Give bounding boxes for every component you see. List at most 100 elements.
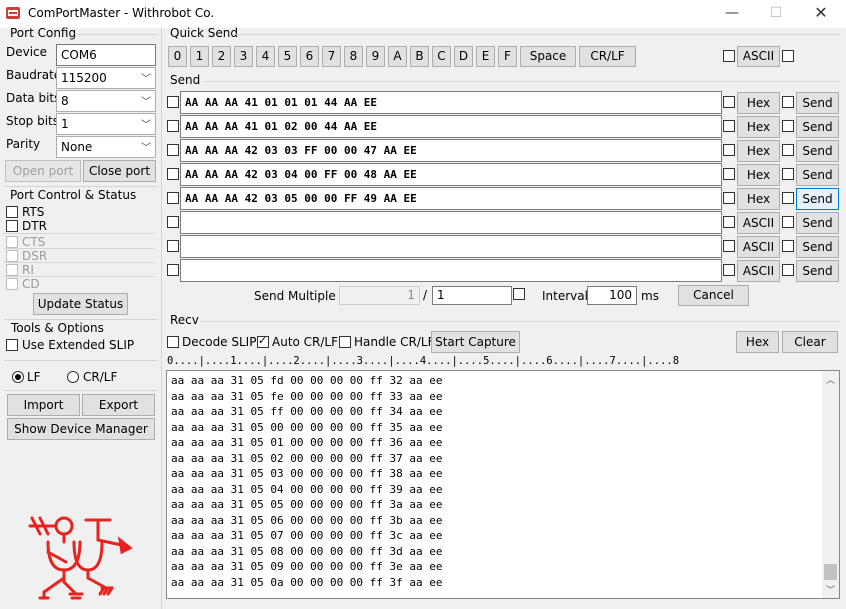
auto-crlf-checkbox[interactable] <box>257 334 269 348</box>
send-row-checkbox[interactable] <box>167 96 179 108</box>
send-row-mode-button[interactable]: Hex <box>737 140 780 162</box>
send-row-send-button[interactable]: Send <box>796 140 839 162</box>
send-row-repeat-checkbox[interactable] <box>782 144 794 156</box>
send-row-checkbox[interactable] <box>167 216 179 228</box>
quick-crlf-button[interactable]: CR/LF <box>579 46 636 67</box>
quick-key-button[interactable]: 7 <box>322 46 341 67</box>
send-row-mode-button[interactable]: Hex <box>737 116 780 138</box>
scroll-thumb[interactable] <box>824 564 837 580</box>
handle-crlf-checkbox[interactable] <box>339 336 351 348</box>
send-row-mode-checkbox[interactable] <box>723 96 735 108</box>
quick-key-button[interactable]: B <box>410 46 429 67</box>
send-multiple-checkbox[interactable] <box>513 288 525 300</box>
quick-key-button[interactable]: 4 <box>256 46 275 67</box>
send-row-mode-checkbox[interactable] <box>723 240 735 252</box>
send-row-checkbox[interactable] <box>167 264 179 276</box>
update-status-button[interactable]: Update Status <box>33 293 128 315</box>
send-row-mode-button[interactable]: ASCII <box>737 260 780 282</box>
send-row-mode-button[interactable]: Hex <box>737 92 780 114</box>
decode-slip-checkbox[interactable] <box>167 336 179 348</box>
quick-key-button[interactable]: 2 <box>212 46 231 67</box>
quick-ascii-button[interactable]: ASCII <box>737 46 780 67</box>
quick-key-button[interactable]: 0 <box>168 46 187 67</box>
stopbits-select[interactable]: 1 ﹀ <box>56 113 156 135</box>
start-capture-button[interactable]: Start Capture <box>431 331 520 353</box>
send-row-input[interactable]: AA AA AA 42 03 05 00 00 FF 49 AA EE <box>180 187 722 210</box>
quick-key-button[interactable]: 8 <box>344 46 363 67</box>
send-row-repeat-checkbox[interactable] <box>782 168 794 180</box>
quick-key-button[interactable]: A <box>388 46 407 67</box>
send-row-mode-checkbox[interactable] <box>723 168 735 180</box>
send-row-input[interactable]: AA AA AA 41 01 01 01 44 AA EE <box>180 91 722 114</box>
close-window-button[interactable]: ✕ <box>806 4 836 24</box>
send-row-input[interactable]: AA AA AA 42 03 04 00 FF 00 48 AA EE <box>180 163 722 186</box>
send-row-checkbox[interactable] <box>167 144 179 156</box>
device-field[interactable]: COM6 <box>56 44 156 66</box>
quick-key-button[interactable]: 5 <box>278 46 297 67</box>
quick-key-button[interactable]: E <box>476 46 495 67</box>
recv-textarea[interactable]: aa aa aa 31 05 fd 00 00 00 00 ff 32 aa e… <box>166 370 840 599</box>
recv-scrollbar[interactable]: ︿ ﹀ <box>822 371 839 598</box>
send-row-send-button[interactable]: Send <box>796 260 839 282</box>
recv-hex-button[interactable]: Hex <box>736 331 779 353</box>
crlf-radio[interactable] <box>67 371 79 383</box>
send-row-mode-checkbox[interactable] <box>723 264 735 276</box>
show-device-manager-button[interactable]: Show Device Manager <box>7 418 155 440</box>
send-row-checkbox[interactable] <box>167 240 179 252</box>
send-row-repeat-checkbox[interactable] <box>782 216 794 228</box>
export-button[interactable]: Export <box>82 394 155 416</box>
send-row-mode-checkbox[interactable] <box>723 144 735 156</box>
close-port-button[interactable]: Close port <box>83 160 156 182</box>
quick-space-button[interactable]: Space <box>520 46 576 67</box>
minimize-button[interactable]: — <box>717 4 747 24</box>
send-row-mode-button[interactable]: ASCII <box>737 236 780 258</box>
send-row-repeat-checkbox[interactable] <box>782 264 794 276</box>
send-row-mode-button[interactable]: Hex <box>737 188 780 210</box>
send-row-input[interactable] <box>180 211 722 234</box>
extended-slip-checkbox[interactable] <box>6 339 18 351</box>
send-row-input[interactable] <box>180 235 722 258</box>
import-button[interactable]: Import <box>7 394 80 416</box>
send-row-send-button[interactable]: Send <box>796 188 839 210</box>
send-row-send-button[interactable]: Send <box>796 116 839 138</box>
send-row-input[interactable] <box>180 259 722 282</box>
quick-key-button[interactable]: D <box>454 46 473 67</box>
send-multiple-count[interactable]: 1 <box>432 286 512 305</box>
send-row-input[interactable]: AA AA AA 42 03 03 FF 00 00 47 AA EE <box>180 139 722 162</box>
send-row-repeat-checkbox[interactable] <box>782 120 794 132</box>
send-row-repeat-checkbox[interactable] <box>782 96 794 108</box>
databits-select[interactable]: 8 ﹀ <box>56 90 156 112</box>
quick-key-button[interactable]: 3 <box>234 46 253 67</box>
send-row-mode-checkbox[interactable] <box>723 216 735 228</box>
quick-key-button[interactable]: F <box>498 46 517 67</box>
baudrate-select[interactable]: 115200 ﹀ <box>56 67 156 89</box>
send-row-mode-button[interactable]: Hex <box>737 164 780 186</box>
recv-clear-button[interactable]: Clear <box>782 331 838 353</box>
scroll-up-icon[interactable]: ︿ <box>826 373 835 386</box>
send-row-mode-button[interactable]: ASCII <box>737 212 780 234</box>
parity-select[interactable]: None ﹀ <box>56 136 156 158</box>
quick-ascii-left-checkbox[interactable] <box>723 50 735 62</box>
send-row-mode-checkbox[interactable] <box>723 192 735 204</box>
quick-key-button[interactable]: 6 <box>300 46 319 67</box>
send-row-input[interactable]: AA AA AA 41 01 02 00 44 AA EE <box>180 115 722 138</box>
send-row-checkbox[interactable] <box>167 168 179 180</box>
rts-checkbox[interactable] <box>6 206 18 218</box>
send-row-checkbox[interactable] <box>167 192 179 204</box>
lf-radio[interactable] <box>12 371 24 383</box>
send-row-mode-checkbox[interactable] <box>723 120 735 132</box>
interval-field[interactable]: 100 <box>587 286 637 305</box>
send-row-checkbox[interactable] <box>167 120 179 132</box>
scroll-down-icon[interactable]: ﹀ <box>826 583 835 596</box>
send-row-send-button[interactable]: Send <box>796 164 839 186</box>
dtr-checkbox[interactable] <box>6 220 18 232</box>
send-row-repeat-checkbox[interactable] <box>782 192 794 204</box>
send-row-repeat-checkbox[interactable] <box>782 240 794 252</box>
cancel-button[interactable]: Cancel <box>678 285 749 306</box>
send-row-send-button[interactable]: Send <box>796 212 839 234</box>
quick-ascii-right-checkbox[interactable] <box>782 50 794 62</box>
maximize-button[interactable]: ☐ <box>761 4 791 24</box>
open-port-button[interactable]: Open port <box>5 160 81 182</box>
quick-key-button[interactable]: C <box>432 46 451 67</box>
quick-key-button[interactable]: 1 <box>190 46 209 67</box>
